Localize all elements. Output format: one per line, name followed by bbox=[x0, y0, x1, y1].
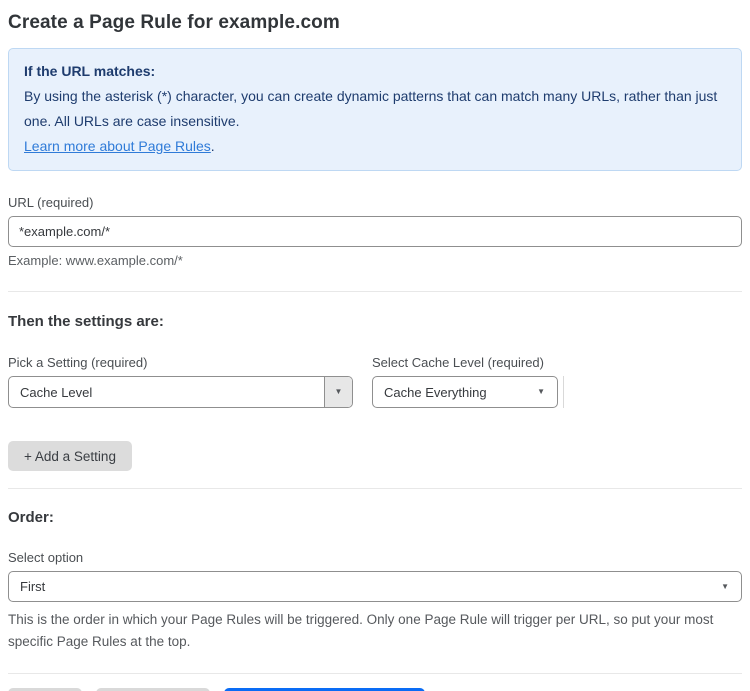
callout-body: By using the asterisk (*) character, you… bbox=[24, 88, 718, 129]
cache-level-label: Select Cache Level (required) bbox=[372, 355, 544, 370]
cache-level-select-arrow: ▼ bbox=[537, 388, 557, 396]
callout-heading: If the URL matches: bbox=[24, 63, 156, 79]
setting-picker-column: Pick a Setting (required) Cache Level ▼ bbox=[8, 355, 353, 408]
callout-link-suffix: . bbox=[210, 138, 215, 154]
setting-select-value: Cache Level bbox=[20, 384, 93, 400]
learn-more-link[interactable]: Learn more about Page Rules bbox=[24, 138, 211, 154]
vertical-divider bbox=[563, 376, 564, 408]
chevron-down-icon: ▼ bbox=[334, 387, 343, 396]
cache-level-column: Select Cache Level (required) Cache Ever… bbox=[372, 355, 564, 408]
create-page-rule-form: Create a Page Rule for example.com If th… bbox=[0, 0, 750, 691]
page-title: Create a Page Rule for example.com bbox=[8, 12, 340, 33]
order-select-label: Select option bbox=[8, 550, 84, 565]
cache-level-select-value: Cache Everything bbox=[384, 384, 487, 400]
divider bbox=[8, 488, 742, 489]
settings-row: Pick a Setting (required) Cache Level ▼ … bbox=[8, 355, 742, 408]
setting-select[interactable]: Cache Level ▼ bbox=[8, 376, 353, 408]
divider bbox=[8, 291, 742, 292]
cache-level-wrap: Cache Everything ▼ bbox=[372, 370, 564, 408]
chevron-down-icon: ▼ bbox=[721, 581, 729, 591]
url-matches-callout: If the URL matches: By using the asteris… bbox=[8, 48, 742, 171]
order-select-arrow: ▼ bbox=[721, 581, 741, 591]
setting-select-arrow-segment: ▼ bbox=[324, 377, 352, 407]
chevron-down-icon: ▼ bbox=[537, 387, 545, 396]
url-field-label: URL (required) bbox=[8, 195, 94, 210]
cache-level-select[interactable]: Cache Everything ▼ bbox=[372, 376, 558, 408]
callout-link-line: Learn more about Page Rules. bbox=[24, 134, 726, 159]
order-select[interactable]: First ▼ bbox=[8, 571, 742, 602]
divider bbox=[8, 673, 742, 674]
order-section-heading: Order: bbox=[8, 509, 54, 526]
order-select-value: First bbox=[20, 579, 46, 594]
order-helper-text: This is the order in which your Page Rul… bbox=[8, 612, 714, 649]
setting-picker-label: Pick a Setting (required) bbox=[8, 355, 148, 370]
settings-section-heading: Then the settings are: bbox=[8, 313, 164, 330]
add-setting-button[interactable]: + Add a Setting bbox=[8, 441, 132, 471]
url-example-helper: Example: www.example.com/* bbox=[8, 253, 183, 268]
url-input[interactable] bbox=[8, 216, 742, 247]
